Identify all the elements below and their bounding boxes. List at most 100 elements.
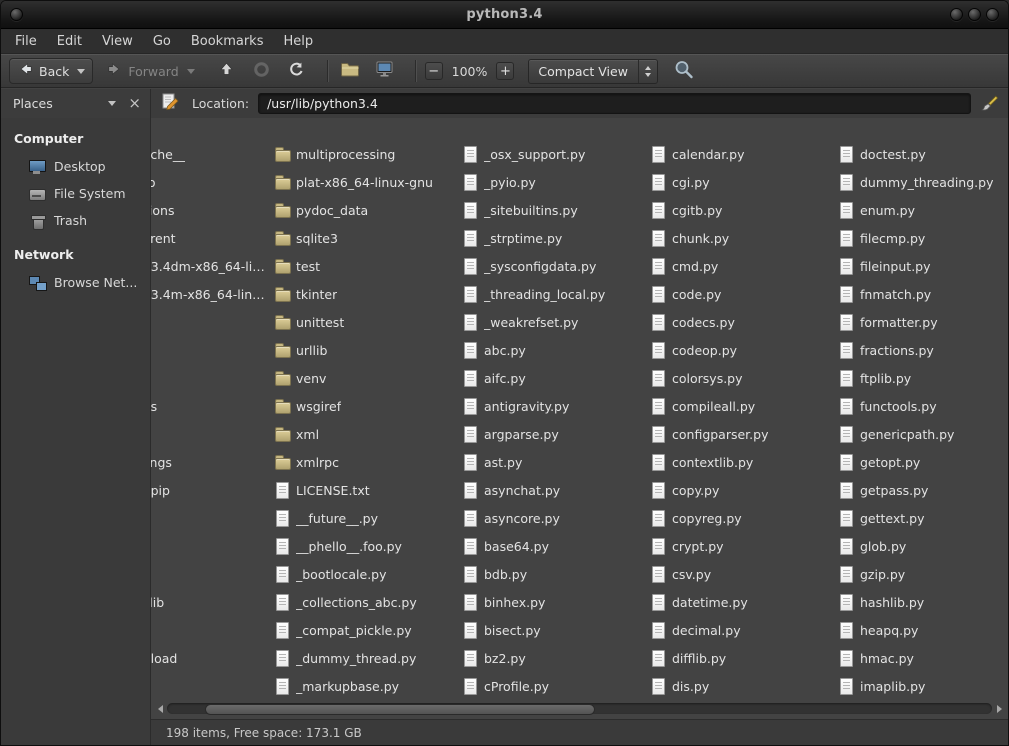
places-item-network[interactable]: Browse Net...	[1, 269, 150, 296]
menu-item-edit[interactable]: Edit	[47, 29, 92, 53]
scrollbar-track[interactable]	[167, 703, 992, 714]
file-item[interactable]: asynchat.py	[462, 476, 648, 504]
desktop-view-button[interactable]	[372, 58, 398, 84]
file-item[interactable]: fnmatch.py	[838, 280, 1008, 308]
zoom-out-button[interactable]: −	[425, 62, 443, 80]
file-item[interactable]: base64.py	[462, 532, 648, 560]
folder-item[interactable]: email	[151, 420, 272, 448]
back-history-dropdown-icon[interactable]	[77, 69, 85, 74]
folder-item[interactable]: wsgiref	[274, 392, 460, 420]
file-item[interactable]: hmac.py	[838, 644, 1008, 672]
file-item[interactable]: heapq.py	[838, 616, 1008, 644]
file-item[interactable]: _sitebuiltins.py	[462, 196, 648, 224]
file-item[interactable]: _osx_support.py	[462, 140, 648, 168]
file-item[interactable]: getpass.py	[838, 476, 1008, 504]
file-item[interactable]: csv.py	[650, 560, 836, 588]
file-item[interactable]: _markupbase.py	[274, 672, 460, 700]
menu-item-help[interactable]: Help	[273, 29, 323, 53]
file-item[interactable]: antigravity.py	[462, 392, 648, 420]
file-item[interactable]: hashlib.py	[838, 588, 1008, 616]
places-item-trash[interactable]: Trash	[1, 207, 150, 234]
folder-item[interactable]: importlib	[151, 588, 272, 616]
file-item[interactable]: copyreg.py	[650, 504, 836, 532]
file-item[interactable]: _pyio.py	[462, 168, 648, 196]
file-item[interactable]: decimal.py	[650, 616, 836, 644]
file-item[interactable]: gzip.py	[838, 560, 1008, 588]
folder-item[interactable]: ctypes	[151, 308, 272, 336]
scroll-right-button[interactable]	[994, 704, 1004, 714]
folder-item[interactable]: __pycache__	[151, 140, 272, 168]
file-item[interactable]: ast.py	[462, 448, 648, 476]
file-item[interactable]: dis.py	[650, 672, 836, 700]
folder-item[interactable]: xml	[274, 420, 460, 448]
file-item[interactable]: argparse.py	[462, 420, 648, 448]
places-item-desktop[interactable]: Desktop	[1, 153, 150, 180]
file-item[interactable]: calendar.py	[650, 140, 836, 168]
reload-button[interactable]	[284, 58, 310, 84]
minimize-button[interactable]	[950, 8, 963, 21]
folder-item[interactable]: encodings	[151, 448, 272, 476]
folder-item[interactable]: lib-dynload	[151, 644, 272, 672]
folder-item[interactable]: pydoc_data	[274, 196, 460, 224]
folder-item[interactable]: multiprocessing	[274, 140, 460, 168]
places-item-filesystem[interactable]: File System	[1, 180, 150, 207]
stop-button[interactable]	[249, 58, 275, 84]
file-item[interactable]: bdb.py	[462, 560, 648, 588]
file-item[interactable]: __phello__.foo.py	[274, 532, 460, 560]
file-item[interactable]: genericpath.py	[838, 420, 1008, 448]
file-item[interactable]: compileall.py	[650, 392, 836, 420]
folder-item[interactable]: tkinter	[274, 280, 460, 308]
file-item[interactable]: difflib.py	[650, 644, 836, 672]
file-item[interactable]: cgi.py	[650, 168, 836, 196]
file-item[interactable]: LICENSE.txt	[274, 476, 460, 504]
title-bar[interactable]: python3.4	[1, 1, 1008, 29]
window-menu-button[interactable]	[10, 8, 23, 21]
file-item[interactable]: _bootlocale.py	[274, 560, 460, 588]
file-item[interactable]: configparser.py	[650, 420, 836, 448]
file-item[interactable]: __future__.py	[274, 504, 460, 532]
folder-item[interactable]: concurrent	[151, 224, 272, 252]
file-item[interactable]: colorsys.py	[650, 364, 836, 392]
scroll-left-button[interactable]	[155, 704, 165, 714]
file-item[interactable]: contextlib.py	[650, 448, 836, 476]
file-item[interactable]: _threading_local.py	[462, 280, 648, 308]
folder-item[interactable]: test	[274, 252, 460, 280]
file-item[interactable]: doctest.py	[838, 140, 1008, 168]
file-item[interactable]: crypt.py	[650, 532, 836, 560]
folder-item[interactable]: asyncio	[151, 168, 272, 196]
folder-item[interactable]: unittest	[274, 308, 460, 336]
menu-item-bookmarks[interactable]: Bookmarks	[181, 29, 274, 53]
file-item[interactable]: _compat_pickle.py	[274, 616, 460, 644]
folder-item[interactable]: plat-x86_64-linux-gnu	[274, 168, 460, 196]
file-item[interactable]: _collections_abc.py	[274, 588, 460, 616]
folder-item[interactable]: xmlrpc	[274, 448, 460, 476]
file-item[interactable]: fractions.py	[838, 336, 1008, 364]
file-item[interactable]: abc.py	[462, 336, 648, 364]
file-item[interactable]: bz2.py	[462, 644, 648, 672]
file-item[interactable]: enum.py	[838, 196, 1008, 224]
file-item[interactable]: codecs.py	[650, 308, 836, 336]
folder-item[interactable]: dbm	[151, 364, 272, 392]
file-item[interactable]: functools.py	[838, 392, 1008, 420]
folder-item[interactable]: config-3.4dm-x86_64-linux-gnu	[151, 252, 272, 280]
file-item[interactable]: code.py	[650, 280, 836, 308]
view-mode-spinner-icon[interactable]	[638, 60, 657, 83]
file-item[interactable]: _weakrefset.py	[462, 308, 648, 336]
location-input[interactable]	[258, 93, 971, 114]
folder-item[interactable]: lib2to3	[151, 672, 272, 700]
zoom-in-button[interactable]: +	[496, 62, 514, 80]
file-item[interactable]: _dummy_thread.py	[274, 644, 460, 672]
file-item[interactable]: _sysconfigdata.py	[462, 252, 648, 280]
file-item[interactable]: gettext.py	[838, 504, 1008, 532]
clear-brush-icon[interactable]	[980, 94, 999, 113]
maximize-button[interactable]	[968, 8, 981, 21]
file-item[interactable]: cProfile.py	[462, 672, 648, 700]
file-item[interactable]: binhex.py	[462, 588, 648, 616]
search-button[interactable]	[673, 59, 695, 84]
up-button[interactable]	[214, 58, 240, 84]
file-item[interactable]: glob.py	[838, 532, 1008, 560]
file-item[interactable]: dummy_threading.py	[838, 168, 1008, 196]
menu-item-view[interactable]: View	[92, 29, 143, 53]
file-item[interactable]: imaplib.py	[838, 672, 1008, 700]
view-mode-select[interactable]: Compact View	[528, 59, 658, 84]
